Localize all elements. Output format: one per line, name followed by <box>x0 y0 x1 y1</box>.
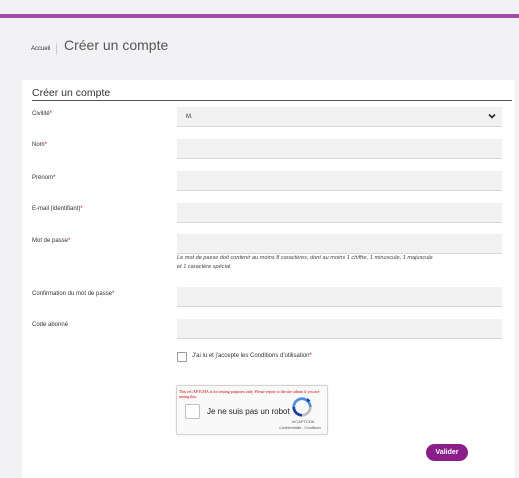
required-marker: * <box>44 142 48 148</box>
required-marker: * <box>309 353 312 359</box>
page-title: Créer un compte <box>64 37 169 53</box>
password-confirm-label-text: Confirmation du mot de passe <box>32 291 113 297</box>
breadcrumb-separator: | <box>55 41 59 55</box>
subscriber-code-input[interactable] <box>177 319 502 339</box>
password-confirm-input[interactable] <box>177 287 502 307</box>
recaptcha-logo-icon <box>292 397 312 417</box>
civilite-select-value: M. <box>186 114 193 120</box>
subscriber-code-label: Code abonné <box>32 322 69 328</box>
password-label-text: Mot de passe <box>32 238 69 244</box>
recaptcha-label: Je ne suis pas un robot <box>207 407 290 416</box>
nom-label: Nom* <box>32 142 47 148</box>
civilite-label-text: Civilité <box>32 111 50 117</box>
chevron-down-icon <box>488 113 496 119</box>
nom-input[interactable] <box>177 139 502 159</box>
email-label: E-mail (identifiant)* <box>32 206 83 212</box>
required-marker: * <box>49 111 53 117</box>
recaptcha-checkbox[interactable] <box>185 404 200 419</box>
required-marker: * <box>80 206 83 212</box>
civilite-select[interactable]: M. <box>177 107 502 127</box>
password-hint: Le mot de passe doit contenir au moins 8… <box>177 254 507 272</box>
password-confirm-label: Confirmation du mot de passe* <box>32 291 114 297</box>
page: Accueil | Créer un compte Créer un compt… <box>0 0 519 478</box>
form-title: Créer un compte <box>32 87 111 99</box>
signup-form-panel: Créer un compte Civilité* M. Nom* Prénom… <box>22 80 515 478</box>
required-marker: * <box>53 175 56 181</box>
form-title-divider <box>32 100 512 101</box>
recaptcha-privacy-links[interactable]: Confidentialité - Conditions <box>274 426 326 430</box>
password-hint-line-1: Le mot de passe doit contenir au moins 8… <box>177 255 433 261</box>
prenom-label: Prénom* <box>32 175 55 181</box>
prenom-input[interactable] <box>177 171 502 191</box>
password-hint-line-2: et 1 caractère spécial <box>177 264 231 270</box>
recaptcha-widget: This reCAPTCHA is for testing purposes o… <box>176 385 328 435</box>
terms-label-text: J'ai lu et j'accepte les Conditions d'ut… <box>192 353 310 359</box>
submit-button[interactable]: Valider <box>426 444 468 461</box>
prenom-label-text: Prénom <box>32 175 54 181</box>
password-label: Mot de passe* <box>32 238 70 244</box>
recaptcha-brand: reCAPTCHA <box>291 419 315 424</box>
civilite-label: Civilité* <box>32 111 52 117</box>
terms-checkbox[interactable] <box>177 352 187 362</box>
required-marker: * <box>112 291 115 297</box>
nom-label-text: Nom <box>32 142 45 148</box>
password-input[interactable] <box>177 234 502 254</box>
email-label-text: E-mail (identifiant) <box>32 206 81 212</box>
terms-label: J'ai lu et j'accepte les Conditions d'ut… <box>192 353 312 359</box>
breadcrumb-home-link[interactable]: Accueil <box>31 46 50 52</box>
email-input[interactable] <box>177 203 502 223</box>
required-marker: * <box>68 238 71 244</box>
